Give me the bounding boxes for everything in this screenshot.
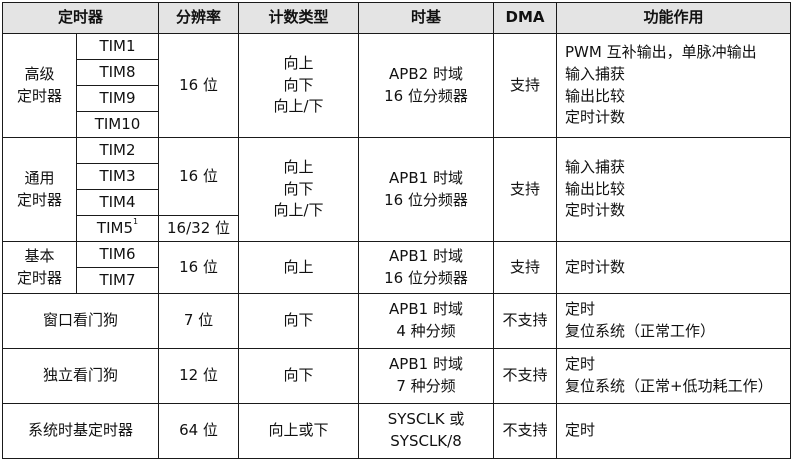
header-clock: 时基 (358, 2, 495, 34)
clock-cell: SYSCLK 或 SYSCLK/8 (358, 403, 495, 459)
dma-cell: 支持 (493, 241, 558, 294)
clock-cell: APB1 时域 16 位分频器 (358, 241, 495, 294)
function-cell: 定时 复位系统（正常+低功耗工作） (556, 348, 792, 404)
dma-cell: 不支持 (493, 403, 558, 459)
header-dma: DMA (493, 2, 558, 34)
clock-cell: APB2 时域 16 位分频器 (358, 33, 495, 138)
function-cell: PWM 互补输出，单脉冲输出 输入捕获 输出比较 定时计数 (556, 33, 792, 138)
resolution-cell: 16 位 (158, 33, 240, 138)
resolution-cell: 16 位 (158, 241, 240, 294)
category-general: 通用 定时器 (2, 137, 77, 242)
resolution-cell: 16 位 (158, 137, 240, 216)
dma-cell: 不支持 (493, 348, 558, 404)
count-type-cell: 向上或下 (238, 403, 360, 459)
resolution-cell: 12 位 (158, 348, 240, 404)
table-row: 高级 定时器 TIM1 16 位 向上 向下 向上/下 APB2 时域 16 位… (2, 33, 792, 138)
footnote-marker: 1 (133, 216, 139, 226)
independent-watchdog-name: 独立看门狗 (1, 348, 160, 404)
count-type-cell: 向下 (238, 293, 360, 349)
count-type-cell: 向上 向下 向上/下 (238, 33, 360, 138)
header-function: 功能作用 (556, 2, 792, 34)
dma-cell: 支持 (493, 137, 558, 242)
timer-name: TIM51 (75, 215, 160, 242)
table-row: 基本 定时器 TIM6 16 位 向上 APB1 时域 16 位分频器 支持 定… (2, 241, 792, 294)
dma-cell: 支持 (493, 33, 558, 138)
table-row: 系统时基定时器 64 位 向上或下 SYSCLK 或 SYSCLK/8 不支持 … (1, 403, 792, 459)
count-type-cell: 向下 (238, 348, 360, 404)
clock-cell: APB1 时域 16 位分频器 (358, 137, 495, 242)
timer-comparison-table: 定时器 分辨率 计数类型 时基 DMA 功能作用 高级 定时器 TIM1 16 … (1, 2, 792, 459)
clock-cell: APB1 时域 7 种分频 (358, 348, 495, 404)
table-row: 通用 定时器 TIM2 16 位 向上 向下 向上/下 APB1 时域 16 位… (2, 137, 792, 242)
timer-name: TIM9 (75, 85, 160, 112)
timer-name: TIM4 (75, 189, 160, 216)
function-cell: 输入捕获 输出比较 定时计数 (556, 137, 792, 242)
dma-cell: 不支持 (493, 293, 558, 349)
category-advanced: 高级 定时器 (2, 33, 77, 138)
table-row: 独立看门狗 12 位 向下 APB1 时域 7 种分频 不支持 定时 复位系统（… (1, 348, 792, 404)
resolution-cell: 16/32 位 (158, 215, 240, 242)
table-row: 窗口看门狗 7 位 向下 APB1 时域 4 种分频 不支持 定时 复位系统（正… (1, 293, 792, 349)
timer-name: TIM7 (75, 267, 160, 294)
header-timer: 定时器 (1, 2, 160, 34)
function-cell: 定时 复位系统（正常工作） (556, 293, 792, 349)
count-type-cell: 向上 向下 向上/下 (238, 137, 360, 242)
window-watchdog-name: 窗口看门狗 (1, 293, 160, 349)
timer-name: TIM6 (75, 241, 160, 268)
clock-cell: APB1 时域 4 种分频 (358, 293, 495, 349)
header-resolution: 分辨率 (158, 2, 240, 34)
resolution-cell: 7 位 (158, 293, 240, 349)
timer-name: TIM8 (75, 59, 160, 86)
header-count-type: 计数类型 (238, 2, 360, 34)
timer-name: TIM1 (75, 33, 160, 60)
systick-name: 系统时基定时器 (1, 403, 160, 459)
count-type-cell: 向上 (238, 241, 360, 294)
resolution-cell: 64 位 (158, 403, 240, 459)
timer-name: TIM3 (75, 163, 160, 190)
timer-name: TIM10 (75, 111, 160, 138)
category-basic: 基本 定时器 (2, 241, 77, 294)
function-cell: 定时计数 (556, 241, 792, 294)
timer-name: TIM2 (75, 137, 160, 164)
function-cell: 定时 (556, 403, 792, 459)
header-row: 定时器 分辨率 计数类型 时基 DMA 功能作用 (1, 2, 792, 34)
